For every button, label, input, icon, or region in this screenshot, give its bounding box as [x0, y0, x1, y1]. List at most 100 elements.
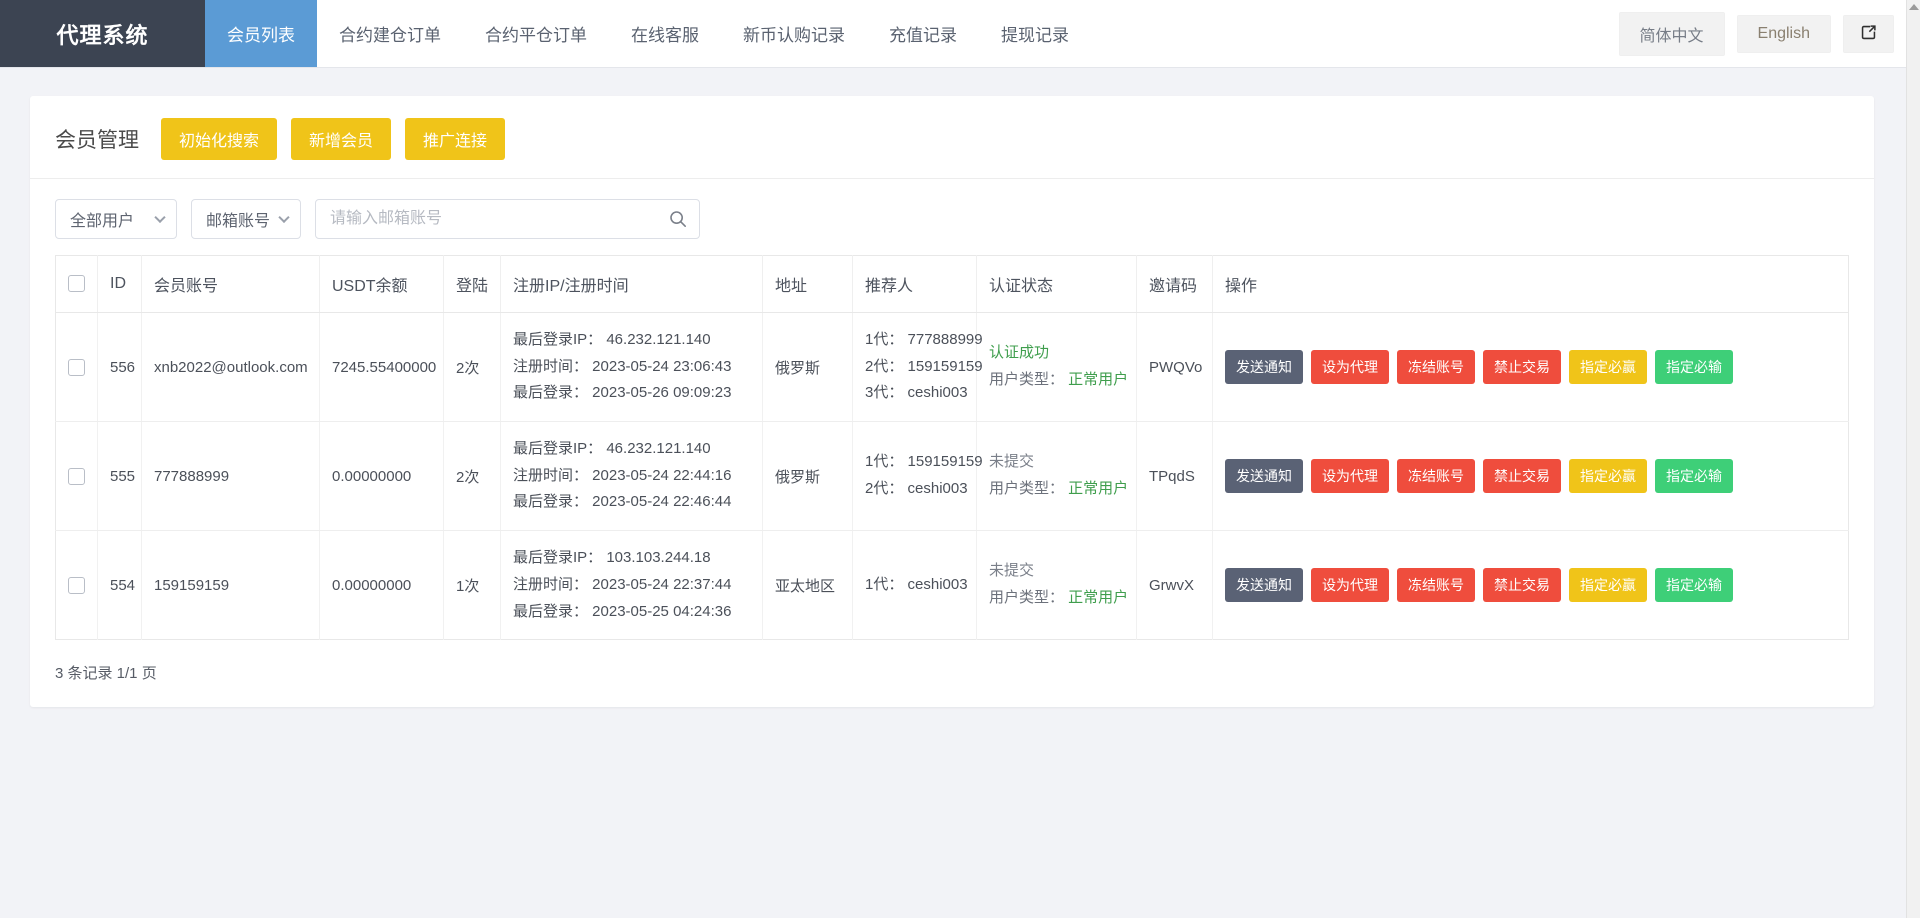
last-login-line: 最后登录： 2023-05-24 22:46:44 [513, 489, 750, 516]
row-address: 俄罗斯 [763, 422, 853, 531]
promo-link-button[interactable]: 推广连接 [405, 118, 505, 160]
row-register-info: 最后登录IP： 46.232.121.140注册时间： 2023-05-24 2… [501, 422, 763, 531]
last-login-line: 最后登录： 2023-05-25 04:24:36 [513, 599, 750, 626]
ban-trade-button[interactable]: 禁止交易 [1483, 350, 1561, 384]
referrer-gen-1: 1代： 777888999 [865, 327, 964, 354]
page-content: 会员管理 初始化搜索 新增会员 推广连接 全部用户 邮箱账号 [0, 68, 1920, 707]
brand-logo[interactable]: 代理系统 [0, 0, 205, 67]
table-row: 5541591591590.000000001次最后登录IP： 103.103.… [56, 531, 1849, 640]
referrer-gen-2: 2代： ceshi003 [865, 476, 964, 503]
user-scope-select[interactable]: 全部用户 [55, 199, 177, 239]
nav-item-4[interactable]: 新币认购记录 [721, 0, 867, 67]
nav-item-0[interactable]: 会员列表 [205, 0, 317, 67]
chevron-down-icon [278, 212, 289, 223]
table-row: 556xnb2022@outlook.com7245.554000002次最后登… [56, 313, 1849, 422]
referrer-gen-2: 2代： 159159159 [865, 354, 964, 381]
page-scrollbar[interactable] [1906, 0, 1920, 918]
row-select-cell [56, 531, 98, 640]
row-select-cell [56, 313, 98, 422]
row-register-info: 最后登录IP： 46.232.121.140注册时间： 2023-05-24 2… [501, 313, 763, 422]
row-referrers: 1代： 7778889992代： 1591591593代： ceshi003 [853, 313, 977, 422]
row-usdt: 0.00000000 [320, 531, 444, 640]
send-notice-button[interactable]: 发送通知 [1225, 350, 1303, 384]
freeze-account-button[interactable]: 冻结账号 [1397, 568, 1475, 602]
nav-item-5[interactable]: 充值记录 [867, 0, 979, 67]
row-checkbox[interactable] [68, 359, 85, 376]
set-agent-button[interactable]: 设为代理 [1311, 459, 1389, 493]
user-type-line: 用户类型： 正常用户 [989, 476, 1124, 503]
scroll-up-arrow[interactable] [1909, 4, 1919, 10]
last-ip-line: 最后登录IP： 46.232.121.140 [513, 327, 750, 354]
ban-trade-button[interactable]: 禁止交易 [1483, 459, 1561, 493]
ban-trade-button[interactable]: 禁止交易 [1483, 568, 1561, 602]
user-type-value: 正常用户 [1068, 589, 1128, 606]
header-operations: 操作 [1213, 256, 1849, 313]
row-select-cell [56, 422, 98, 531]
select-all-checkbox[interactable] [68, 275, 85, 292]
row-referrers: 1代： 1591591592代： ceshi003 [853, 422, 977, 531]
init-search-button[interactable]: 初始化搜索 [161, 118, 277, 160]
row-id: 556 [98, 313, 142, 422]
row-usdt: 7245.55400000 [320, 313, 444, 422]
row-referrers: 1代： ceshi003 [853, 531, 977, 640]
row-register-info: 最后登录IP： 103.103.244.18注册时间： 2023-05-24 2… [501, 531, 763, 640]
row-id: 554 [98, 531, 142, 640]
freeze-account-button[interactable]: 冻结账号 [1397, 350, 1475, 384]
row-auth-status: 未提交用户类型： 正常用户 [977, 531, 1137, 640]
nav-item-6[interactable]: 提现记录 [979, 0, 1091, 67]
header-address: 地址 [763, 256, 853, 313]
send-notice-button[interactable]: 发送通知 [1225, 568, 1303, 602]
referrer-gen-1: 1代： 159159159 [865, 449, 964, 476]
filter-bar: 全部用户 邮箱账号 [30, 179, 1874, 255]
row-checkbox[interactable] [68, 577, 85, 594]
add-member-button[interactable]: 新增会员 [291, 118, 391, 160]
last-ip-line: 最后登录IP： 103.103.244.18 [513, 545, 750, 572]
nav-links: 会员列表合约建仓订单合约平仓订单在线客服新币认购记录充值记录提现记录 [205, 0, 1619, 67]
row-account: xnb2022@outlook.com [142, 313, 320, 422]
row-invite-code: PWQVo [1137, 313, 1213, 422]
force-lose-button[interactable]: 指定必输 [1655, 459, 1733, 493]
force-lose-button[interactable]: 指定必输 [1655, 350, 1733, 384]
chevron-down-icon [154, 212, 165, 223]
lang-zh-button[interactable]: 简体中文 [1619, 12, 1725, 56]
nav-item-2[interactable]: 合约平仓订单 [463, 0, 609, 67]
members-table: ID 会员账号 USDT余额 登陆 注册IP/注册时间 地址 推荐人 认证状态 … [55, 255, 1849, 640]
force-win-button[interactable]: 指定必赢 [1569, 568, 1647, 602]
record-count: 3 条记录 1/1 页 [30, 640, 1874, 683]
row-auth-status: 认证成功用户类型： 正常用户 [977, 313, 1137, 422]
nav-item-1[interactable]: 合约建仓订单 [317, 0, 463, 67]
row-operations: 发送通知设为代理冻结账号禁止交易指定必赢指定必输 [1213, 531, 1849, 640]
search-field-select[interactable]: 邮箱账号 [191, 199, 301, 239]
navbar-right-actions: 简体中文 English [1619, 0, 1920, 67]
nav-item-3[interactable]: 在线客服 [609, 0, 721, 67]
logout-button[interactable] [1843, 15, 1894, 53]
search-icon[interactable] [668, 209, 688, 229]
auth-status-text: 未提交 [989, 558, 1124, 585]
search-input[interactable] [316, 200, 699, 238]
header-invite-code: 邀请码 [1137, 256, 1213, 313]
row-address: 俄罗斯 [763, 313, 853, 422]
row-operations: 发送通知设为代理冻结账号禁止交易指定必赢指定必输 [1213, 313, 1849, 422]
force-win-button[interactable]: 指定必赢 [1569, 459, 1647, 493]
header-select-all [56, 256, 98, 313]
set-agent-button[interactable]: 设为代理 [1311, 568, 1389, 602]
force-lose-button[interactable]: 指定必输 [1655, 568, 1733, 602]
row-logins: 1次 [444, 531, 501, 640]
reg-time-line: 注册时间： 2023-05-24 22:44:16 [513, 463, 750, 490]
send-notice-button[interactable]: 发送通知 [1225, 459, 1303, 493]
row-invite-code: TPqdS [1137, 422, 1213, 531]
row-auth-status: 未提交用户类型： 正常用户 [977, 422, 1137, 531]
force-win-button[interactable]: 指定必赢 [1569, 350, 1647, 384]
lang-en-button[interactable]: English [1737, 15, 1831, 53]
row-checkbox[interactable] [68, 468, 85, 485]
set-agent-button[interactable]: 设为代理 [1311, 350, 1389, 384]
operation-buttons: 发送通知设为代理冻结账号禁止交易指定必赢指定必输 [1225, 568, 1836, 602]
table-header: ID 会员账号 USDT余额 登陆 注册IP/注册时间 地址 推荐人 认证状态 … [56, 256, 1849, 313]
header-logins: 登陆 [444, 256, 501, 313]
user-type-value: 正常用户 [1068, 480, 1128, 497]
search-box [315, 199, 700, 239]
logout-icon [1860, 24, 1877, 44]
table-body: 556xnb2022@outlook.com7245.554000002次最后登… [56, 313, 1849, 640]
header-register-info: 注册IP/注册时间 [501, 256, 763, 313]
freeze-account-button[interactable]: 冻结账号 [1397, 459, 1475, 493]
